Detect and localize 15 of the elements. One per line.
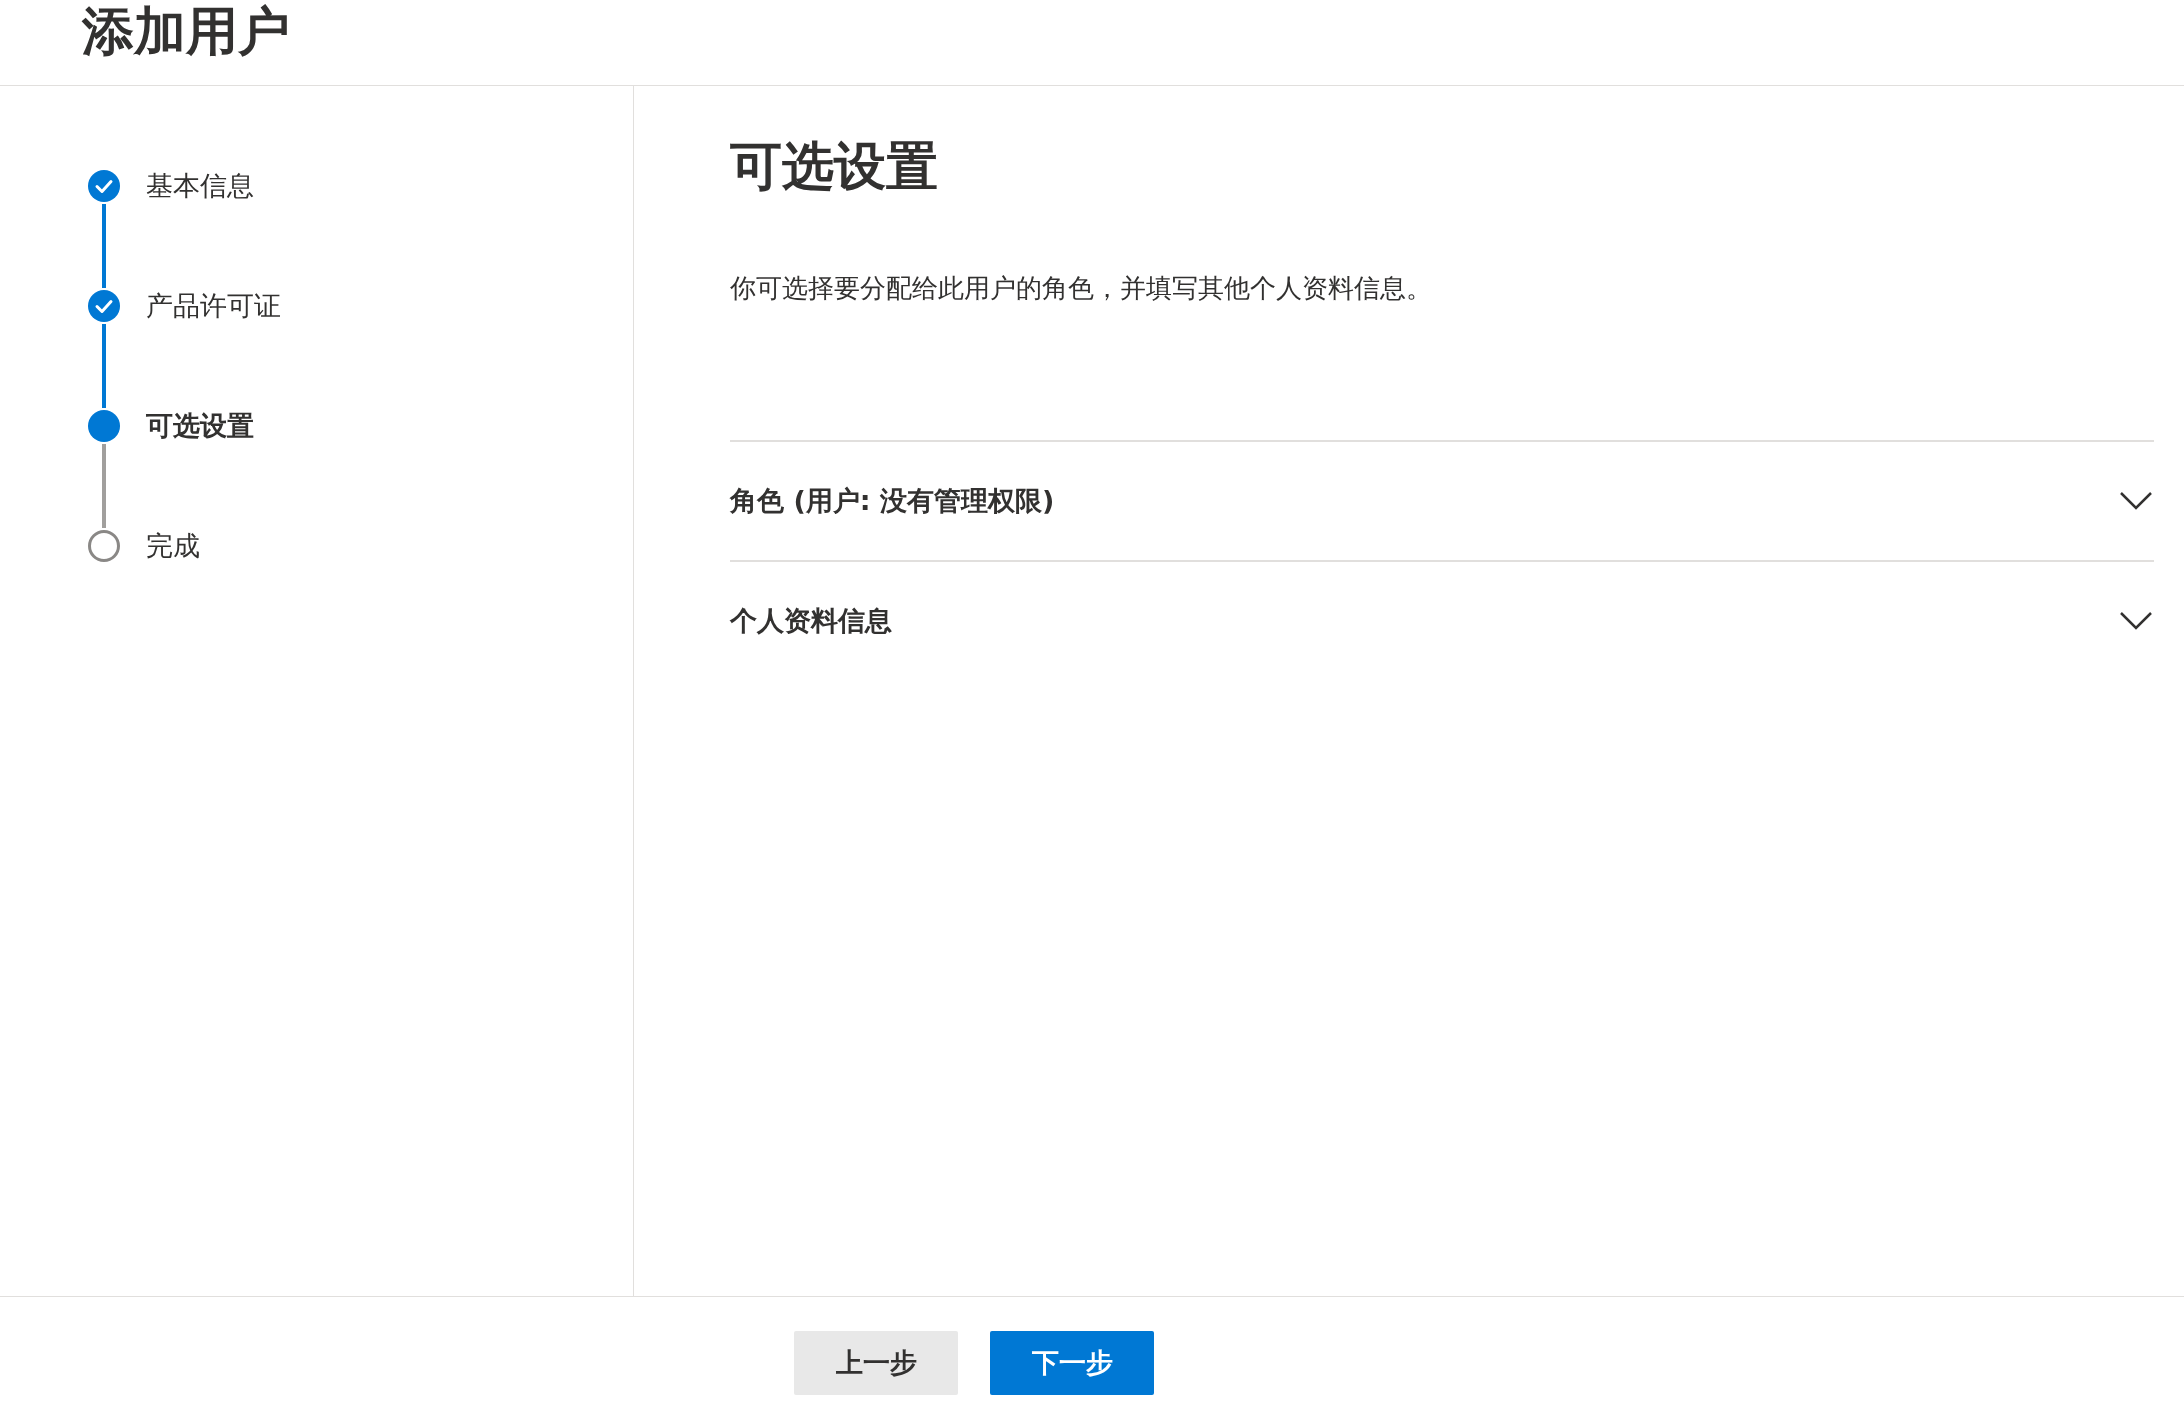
step-label: 完成 [146,528,200,563]
description-text: 你可选择要分配给此用户的角色，并填写其他个人资料信息。 [730,272,1433,305]
step-label: 基本信息 [146,168,254,203]
next-button[interactable]: 下一步 [990,1331,1154,1395]
section-heading: 可选设置 [730,135,939,198]
step-label: 产品许可证 [146,288,281,323]
chevron-down-icon [2120,492,2152,510]
step-label: 可选设置 [146,408,254,443]
accordion-header[interactable]: 角色 (用户: 没有管理权限) [730,440,2154,560]
accordion-header[interactable]: 个人资料信息 [730,560,2154,680]
chevron-down-icon [2120,612,2152,630]
page-title: 添加用户 [82,4,290,57]
checkmark-circle-icon [88,170,120,202]
back-button[interactable]: 上一步 [794,1331,958,1395]
checkmark-circle-icon [88,290,120,322]
